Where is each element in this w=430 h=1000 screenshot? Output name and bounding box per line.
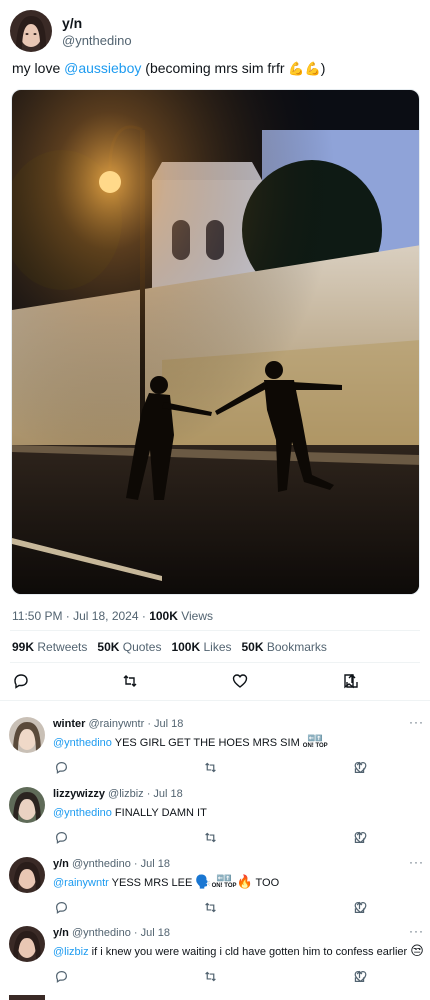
divider bbox=[10, 630, 420, 631]
reply-text-body: FINALLY DAMN IT bbox=[111, 807, 207, 819]
reply-display-name[interactable]: y/n bbox=[53, 858, 69, 870]
share-icon[interactable] bbox=[351, 898, 367, 916]
reply-actions bbox=[53, 967, 368, 985]
like-icon[interactable] bbox=[229, 670, 251, 692]
speaking-head-emoji: 🗣️ bbox=[195, 875, 212, 890]
on-top-emoji: ⬅️⬆️ ON! TOP bbox=[211, 876, 237, 890]
tweet-text: my love @aussieboy (becoming mrs sim frf… bbox=[12, 59, 325, 79]
retweets-stat[interactable]: 99K Retweets bbox=[12, 640, 87, 654]
reply-text: @lizbiz if i knew you were waiting i cld… bbox=[53, 945, 424, 959]
retweet-icon[interactable] bbox=[203, 759, 219, 775]
quotes-stat[interactable]: 50K Quotes bbox=[97, 640, 161, 654]
tweet-time[interactable]: 11:50 PM · Jul 18, 2024 · bbox=[12, 609, 149, 623]
likes-stat[interactable]: 100K Likes bbox=[171, 640, 231, 654]
reply-text-body: YESS MRS LEE bbox=[108, 877, 196, 889]
tweet-text-end: ) bbox=[320, 60, 326, 76]
reply-icon[interactable] bbox=[10, 670, 32, 692]
mention-link[interactable]: @rainywntr bbox=[53, 877, 109, 889]
fire-emoji: 🔥 bbox=[236, 875, 253, 890]
reply-actions bbox=[53, 898, 368, 916]
engagement-stats: 99K Retweets 50K Quotes 100K Likes 50K B… bbox=[12, 640, 327, 654]
reply-meta: @ynthedino · Jul 18 bbox=[71, 927, 170, 939]
reply-text: @rainywntr YESS MRS LEE 🗣️ ⬅️⬆️ ON! TOP🔥 T… bbox=[53, 876, 279, 890]
reply-avatar-partial bbox=[9, 995, 45, 1000]
author-handle[interactable]: @ynthedino bbox=[62, 32, 132, 49]
tweet-timestamp: 11:50 PM · Jul 18, 2024 · 100K Views bbox=[12, 609, 213, 623]
reply-item[interactable]: lizzywizzy @lizbiz · Jul 18 @ynthedino F… bbox=[0, 787, 430, 857]
mention-link[interactable]: @lizbiz bbox=[53, 946, 89, 958]
share-icon[interactable] bbox=[351, 758, 367, 776]
views-label: Views bbox=[177, 609, 214, 623]
share-icon[interactable] bbox=[341, 670, 363, 692]
retweet-icon[interactable] bbox=[119, 670, 141, 692]
reply-item[interactable]: y/n @ynthedino · Jul 18 ··· @lizbiz if i… bbox=[0, 924, 430, 996]
reply-meta: @ynthedino · Jul 18 bbox=[71, 858, 170, 870]
more-icon[interactable]: ··· bbox=[409, 924, 424, 938]
reply-item[interactable]: winter @rainywntr · Jul 18 ··· @ynthedin… bbox=[0, 715, 430, 787]
reply-icon[interactable] bbox=[53, 968, 69, 984]
reply-actions bbox=[53, 828, 368, 846]
retweet-icon[interactable] bbox=[203, 968, 219, 984]
more-icon[interactable]: ··· bbox=[409, 855, 424, 869]
mention-link[interactable]: @aussieboy bbox=[64, 60, 141, 76]
reply-meta: @lizbiz · Jul 18 bbox=[108, 788, 183, 800]
reply-icon[interactable] bbox=[53, 829, 69, 845]
tweet-text-suffix: (becoming mrs sim frfr bbox=[141, 60, 289, 76]
reply-text-trail: TOO bbox=[252, 877, 280, 889]
reply-display-name[interactable]: lizzywizzy bbox=[53, 788, 105, 800]
flexed-biceps-emoji: 💪💪 bbox=[288, 62, 321, 77]
tweet-header: y/n @ynthedino bbox=[10, 10, 132, 52]
reply-avatar[interactable] bbox=[9, 857, 45, 893]
reply-display-name[interactable]: winter bbox=[53, 718, 85, 730]
tweet-text-prefix: my love bbox=[12, 60, 65, 76]
share-icon[interactable] bbox=[351, 967, 367, 985]
reply-item[interactable]: y/n @ynthedino · Jul 18 ··· @rainywntr Y… bbox=[0, 855, 430, 927]
retweet-icon[interactable] bbox=[203, 829, 219, 845]
reply-text-body: YES GIRL GET THE HOES MRS SIM bbox=[111, 737, 303, 749]
bookmarks-stat[interactable]: 50K Bookmarks bbox=[242, 640, 327, 654]
reply-meta: @rainywntr · Jul 18 bbox=[88, 718, 184, 730]
views-count: 100K bbox=[149, 609, 178, 623]
reply-text: @ynthedino FINALLY DAMN IT bbox=[53, 806, 207, 820]
reply-icon[interactable] bbox=[53, 759, 69, 775]
reply-avatar[interactable] bbox=[9, 787, 45, 823]
more-icon[interactable]: ··· bbox=[409, 715, 424, 729]
reply-text: @ynthedino YES GIRL GET THE HOES MRS SIM… bbox=[53, 736, 328, 750]
reply-text-body: if i knew you were waiting i cld have go… bbox=[88, 946, 411, 958]
mention-link[interactable]: @ynthedino bbox=[53, 807, 112, 819]
reply-actions bbox=[53, 758, 368, 776]
share-icon[interactable] bbox=[351, 828, 367, 846]
on-top-emoji: ⬅️⬆️ ON! TOP bbox=[302, 736, 328, 750]
reply-avatar[interactable] bbox=[9, 717, 45, 753]
pensive-face-emoji: 😒 bbox=[410, 944, 424, 959]
tweet-actions bbox=[10, 670, 360, 692]
reply-avatar[interactable] bbox=[9, 926, 45, 962]
author-avatar[interactable] bbox=[10, 10, 52, 52]
author-display-name[interactable]: y/n bbox=[62, 14, 132, 32]
divider bbox=[10, 662, 420, 663]
mention-link[interactable]: @ynthedino bbox=[53, 737, 112, 749]
tweet-photo[interactable] bbox=[11, 89, 420, 595]
divider bbox=[0, 700, 430, 701]
retweet-icon[interactable] bbox=[203, 899, 219, 915]
reply-display-name[interactable]: y/n bbox=[53, 927, 69, 939]
reply-icon[interactable] bbox=[53, 899, 69, 915]
